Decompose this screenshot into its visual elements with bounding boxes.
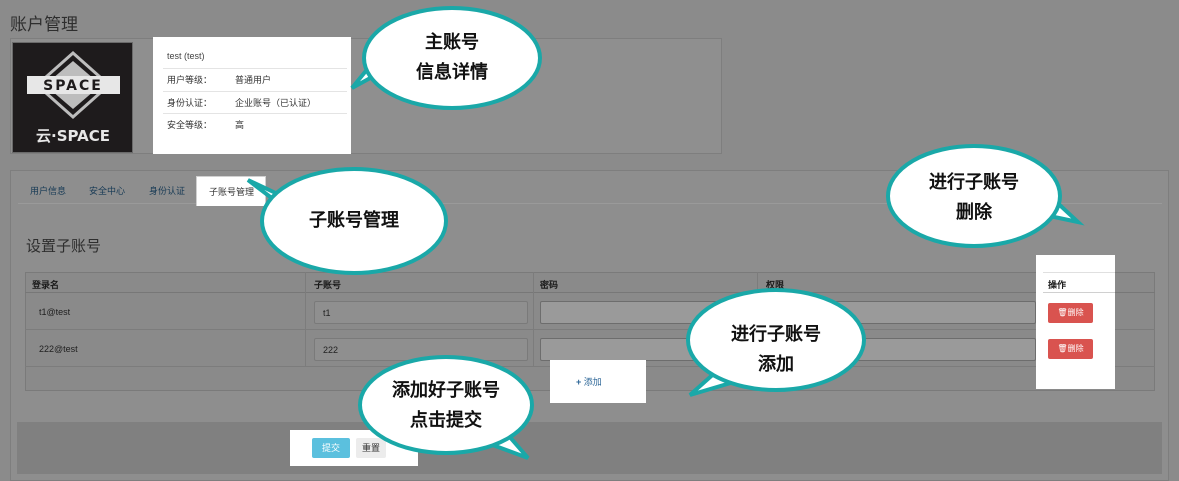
callout-line: 进行子账号 [929,172,1019,193]
callout-add: 进行子账号 添加 [696,320,856,380]
callout-line: 信息详情 [416,62,488,83]
callout-line: 点击提交 [410,410,482,431]
callout-layer [246,6,1085,460]
callout-line: 进行子账号 [731,324,821,345]
callout-sub-manage: 子账号管理 [284,206,424,236]
callout-line: 添加好子账号 [392,380,500,401]
callout-line: 添加 [758,354,794,375]
callout-main-account: 主账号 信息详情 [382,28,522,88]
callout-line: 删除 [956,202,992,223]
callout-line: 子账号管理 [309,210,399,231]
callout-line: 主账号 [425,32,479,53]
callout-submit: 添加好子账号 点击提交 [364,376,528,436]
callout-delete: 进行子账号 删除 [894,168,1054,228]
